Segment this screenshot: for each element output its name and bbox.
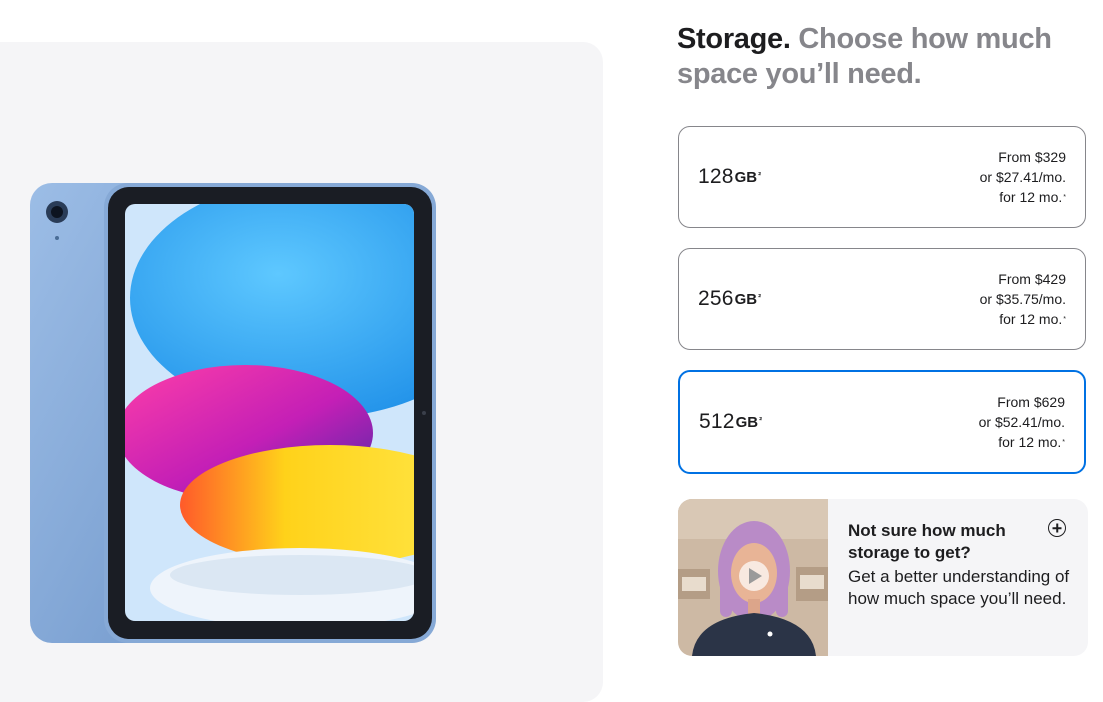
storage-size-unit: GB xyxy=(734,290,758,308)
storage-price: From $629 or $52.41/mo. for 12 mo.* xyxy=(979,372,1065,472)
term-footnote: * xyxy=(1063,194,1066,201)
price-from: From $329 xyxy=(998,149,1066,165)
storage-heading: Storage. Choose how much space you’ll ne… xyxy=(677,22,1087,92)
storage-footnote: ² xyxy=(758,292,762,302)
price-term: for 12 mo.* xyxy=(999,189,1066,205)
price-monthly: or $27.41/mo. xyxy=(979,169,1066,185)
storage-size-number: 256 xyxy=(698,287,734,310)
storage-footnote: ² xyxy=(759,415,763,425)
price-monthly: or $35.75/mo. xyxy=(979,291,1066,307)
plus-circle-icon[interactable] xyxy=(1048,519,1066,537)
help-card-title: Not sure how much storage to get? xyxy=(848,521,1006,562)
storage-help-card[interactable]: Not sure how much storage to get? Get a … xyxy=(678,499,1088,656)
term-footnote: * xyxy=(1062,439,1065,446)
storage-option-128gb[interactable]: 128 GB ² From $329 or $27.41/mo. for 12 mo… xyxy=(678,126,1086,228)
video-thumbnail[interactable] xyxy=(678,499,828,656)
storage-size-number: 512 xyxy=(699,410,735,433)
price-term: for 12 mo.* xyxy=(998,434,1065,450)
storage-size: 128 GB ² xyxy=(698,127,761,227)
storage-price: From $329 or $27.41/mo. for 12 mo.* xyxy=(980,127,1066,227)
storage-size: 512 GB ² xyxy=(699,372,762,472)
storage-footnote: ² xyxy=(758,170,762,180)
price-from: From $629 xyxy=(997,394,1065,410)
storage-size-unit: GB xyxy=(734,168,758,186)
storage-size-number: 128 xyxy=(698,165,734,188)
storage-option-512gb[interactable]: 512 GB ² From $629 or $52.41/mo. for 12 mo… xyxy=(678,370,1086,474)
price-from: From $429 xyxy=(998,271,1066,287)
storage-price: From $429 or $35.75/mo. for 12 mo.* xyxy=(980,249,1066,349)
term-footnote: * xyxy=(1063,316,1066,323)
heading-lead: Storage. xyxy=(677,23,791,55)
price-term: for 12 mo.* xyxy=(999,311,1066,327)
price-monthly: or $52.41/mo. xyxy=(978,414,1065,430)
storage-option-256gb[interactable]: 256 GB ² From $429 or $35.75/mo. for 12 mo… xyxy=(678,248,1086,350)
storage-size-unit: GB xyxy=(735,413,759,431)
storage-size: 256 GB ² xyxy=(698,249,761,349)
ipad-product-image xyxy=(30,183,436,643)
help-card-body: Get a better understanding of how much s… xyxy=(848,567,1070,608)
